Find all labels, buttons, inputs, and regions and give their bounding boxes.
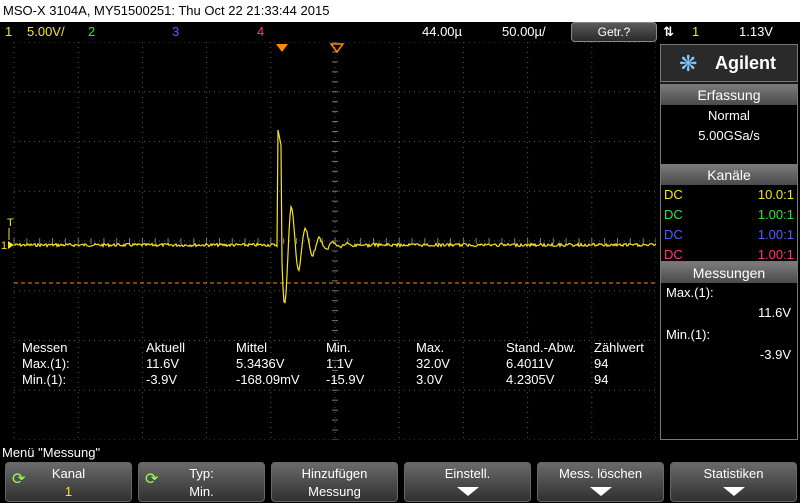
- meas-table-cell: Min.(1):: [22, 372, 66, 387]
- softkey-settings[interactable]: Einstell.: [404, 462, 531, 502]
- meas-table-cell: -15.9V: [326, 372, 365, 387]
- menu-title: Menü "Messung": [0, 444, 800, 461]
- meas-table-cell: 3.0V: [416, 372, 443, 387]
- right-info-panel: ❋ Agilent Erfassung Normal 5.00GSa/s Kan…: [660, 44, 798, 440]
- softkey-add-measurement[interactable]: Hinzufügen Messung: [271, 462, 398, 502]
- trigger-level-marker[interactable]: T: [7, 217, 14, 229]
- trigger-level[interactable]: 1.13V: [739, 22, 773, 42]
- channel-status-bar: 1 5.00V/ 2 3 4 44.00µ 50.00µ/ ⇅ 1 1.13V: [0, 22, 800, 42]
- meas-table-cell: 94: [594, 372, 608, 387]
- rotate-knob-icon: ⟳: [145, 471, 159, 488]
- meas-table-cell: 6.4011V: [506, 356, 554, 371]
- ch1-ground-marker[interactable]: 1: [1, 240, 7, 252]
- meas-table-cell: -168.09mV: [236, 372, 300, 387]
- channel-row-2: DC 1.00:1: [661, 205, 797, 225]
- submenu-arrow-icon: [722, 487, 745, 496]
- measurement-statistics-table: Messen Aktuell Mittel Min. Max. Stand.-Abw. Zä…: [22, 340, 644, 387]
- meas-table-cell: 5.3436V: [236, 356, 285, 371]
- meas-table-cell: 4.2305V: [506, 372, 555, 387]
- meas1-label: Max.(1):: [666, 285, 714, 300]
- scope-display[interactable]: T 1 Messen Aktuell Mittel Min. Max. Stand.-Ab…: [0, 42, 656, 440]
- ch3-probe: 1.00:1: [757, 227, 794, 242]
- meas-table-header: Mittel: [236, 340, 267, 355]
- measurements-title: Messungen: [661, 263, 797, 283]
- ch1-coupling: DC: [664, 187, 683, 202]
- measurements-box[interactable]: Messungen Max.(1): 11.6V Min.(1): -3.9V: [660, 262, 798, 440]
- waveform-svg: T 1 Messen Aktuell Mittel Min. Max. Stand.-Ab…: [1, 42, 656, 440]
- ch3-coupling: DC: [664, 227, 683, 242]
- ch1-waveform: [13, 129, 656, 304]
- time-scale[interactable]: 50.00µ/: [502, 22, 546, 42]
- ch1-scale[interactable]: 5.00V/: [27, 22, 65, 42]
- ch2-probe: 1.00:1: [757, 207, 794, 222]
- meas-table-cell: Max.(1):: [22, 356, 70, 371]
- rotate-knob-icon: ⟳: [12, 471, 26, 488]
- ch3-number[interactable]: 3: [172, 22, 179, 42]
- ch1-probe: 10.0:1: [757, 187, 794, 202]
- sample-rate: 5.00GSa/s: [698, 128, 760, 143]
- submenu-arrow-icon: [456, 487, 479, 496]
- meas-table-cell: 1.1V: [326, 356, 353, 371]
- channel-row-1: DC 10.0:1: [661, 185, 797, 205]
- brand-box: ❋ Agilent: [660, 44, 798, 82]
- acquisition-box[interactable]: Erfassung Normal 5.00GSa/s: [660, 84, 798, 168]
- channel-row-3: DC 1.00:1: [661, 225, 797, 245]
- trigger-edge-icon: ⇅: [663, 24, 674, 39]
- window-title-bar: MSO-X 3104A, MY51500251: Thu Oct 22 21:3…: [0, 0, 800, 22]
- submenu-arrow-icon: [589, 487, 612, 496]
- delay-reference-marker[interactable]: [329, 43, 345, 54]
- channels-title: Kanäle: [661, 165, 797, 185]
- trigger-position-marker[interactable]: [276, 44, 288, 52]
- meas-table-header: Min.: [326, 340, 351, 355]
- meas-table-cell: -3.9V: [146, 372, 177, 387]
- ch1-number[interactable]: 1: [5, 22, 12, 42]
- softkey-statistics[interactable]: Statistiken: [670, 462, 797, 502]
- acquisition-mode: Normal: [708, 108, 750, 123]
- ch4-number[interactable]: 4: [257, 22, 264, 42]
- acquisition-title: Erfassung: [661, 85, 797, 105]
- channels-box[interactable]: Kanäle DC 10.0:1 DC 1.00:1 DC 1.00:1 DC …: [660, 164, 798, 262]
- meas2-value: -3.9V: [759, 347, 791, 362]
- run-mode-button[interactable]: Getr.?: [571, 22, 657, 42]
- meas-table-cell: 94: [594, 356, 608, 371]
- meas-table-header: Stand.-Abw.: [506, 340, 576, 355]
- trigger-source[interactable]: 1: [692, 22, 699, 42]
- softkey-channel[interactable]: ⟳ Kanal 1: [5, 462, 132, 502]
- meas-table-header: Max.: [416, 340, 444, 355]
- time-delay[interactable]: 44.00µ: [422, 22, 462, 42]
- meas2-label: Min.(1):: [666, 327, 711, 342]
- ch2-coupling: DC: [664, 207, 683, 222]
- softkey-type[interactable]: ⟳ Typ: Min.: [138, 462, 265, 502]
- meas-table-header: Messen: [22, 340, 68, 355]
- meas-table-header: Aktuell: [146, 340, 185, 355]
- softkey-clear-measurements[interactable]: Mess. löschen: [537, 462, 664, 502]
- meas1-value: 11.6V: [757, 305, 791, 320]
- window-title: MSO-X 3104A, MY51500251: Thu Oct 22 21:3…: [3, 3, 330, 18]
- meas-table-cell: 11.6V: [146, 356, 179, 371]
- meas-table-cell: 32.0V: [416, 356, 450, 371]
- brand-logo: Agilent: [715, 53, 776, 73]
- ch2-number[interactable]: 2: [88, 22, 95, 42]
- meas-table-header: Zählwert: [594, 340, 644, 355]
- agilent-spark-icon: ❋: [679, 51, 698, 76]
